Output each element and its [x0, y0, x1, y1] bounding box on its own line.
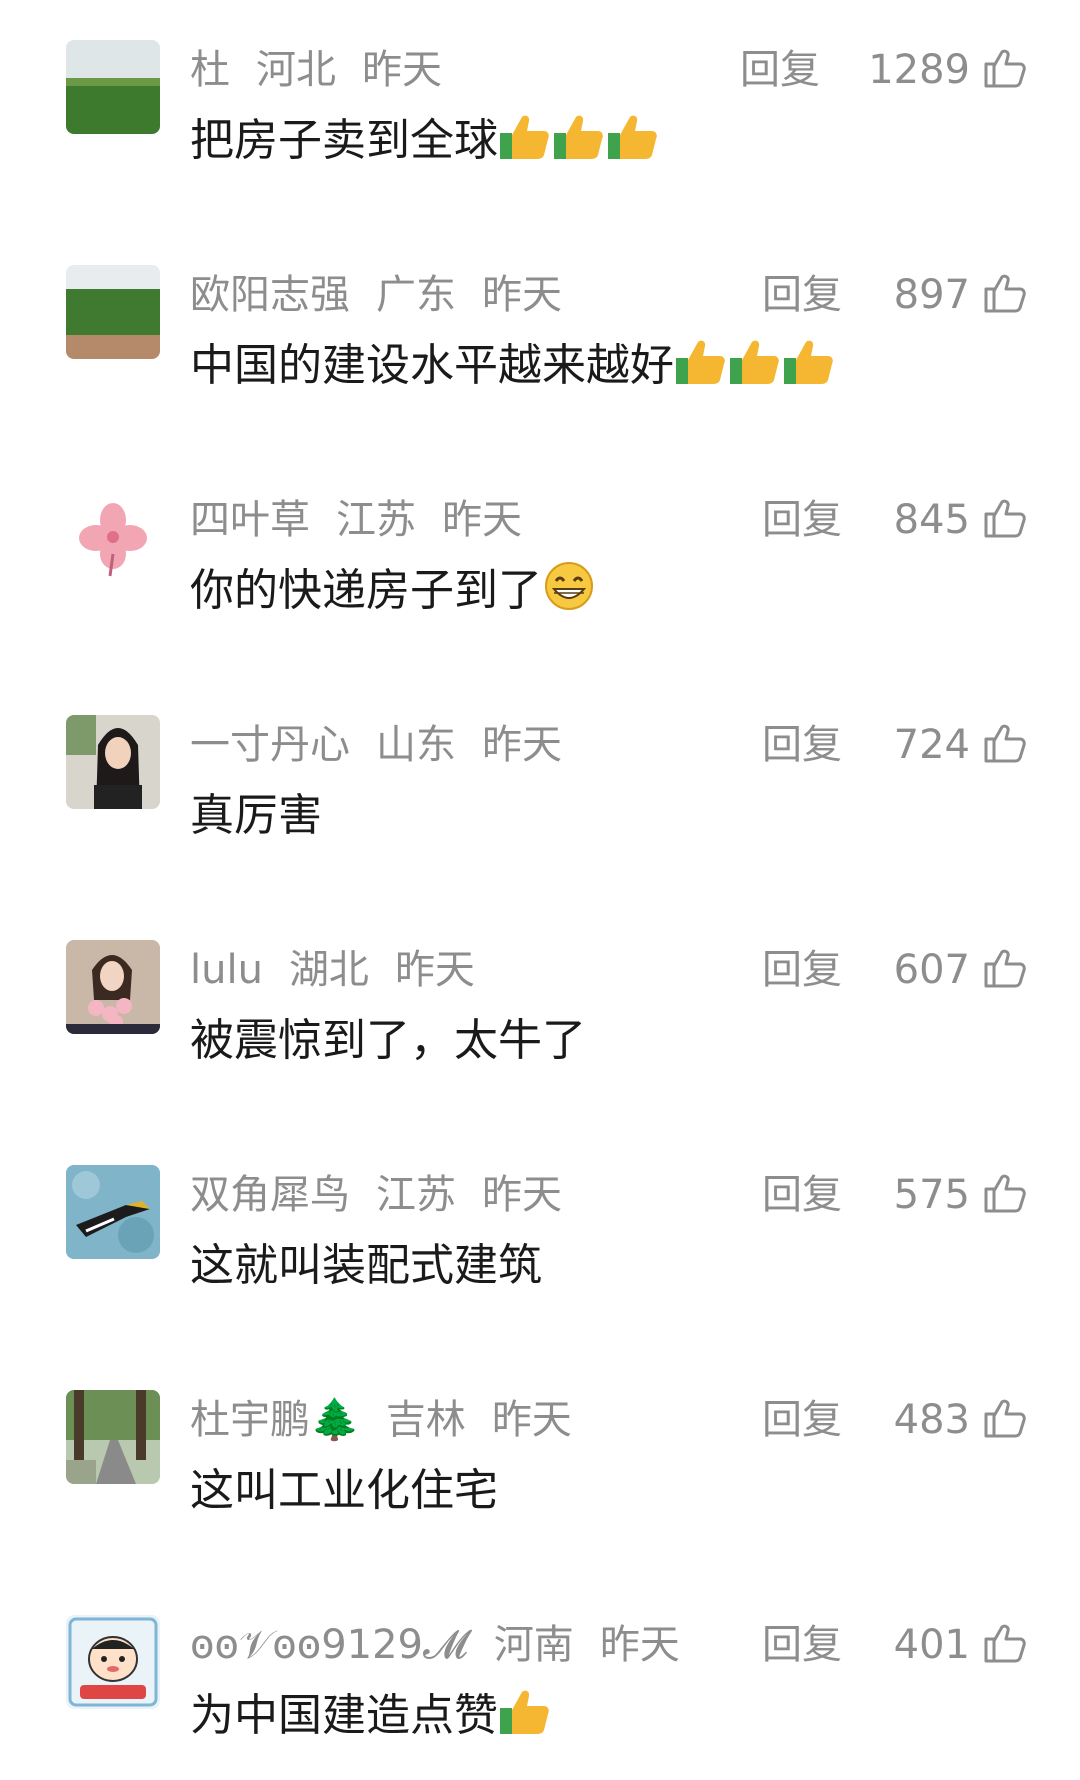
- reply-button[interactable]: 回复: [762, 1167, 842, 1223]
- thumbs-up-emoji-icon: [552, 111, 606, 161]
- timestamp: 昨天: [442, 497, 522, 543]
- reply-button[interactable]: 回复: [762, 942, 842, 998]
- thumbs-up-icon[interactable]: [980, 44, 1028, 92]
- like-count: 483: [893, 1397, 970, 1443]
- location: 河南: [493, 1622, 574, 1668]
- avatar[interactable]: [66, 1615, 160, 1709]
- thumbs-up-emoji-icon: [674, 336, 728, 386]
- comment-body: 你的快递房子到了: [190, 565, 542, 616]
- grin-emoji-icon: [542, 561, 596, 611]
- comment-text: 被震惊到了，太牛了: [190, 1010, 586, 1072]
- like-count: 845: [893, 497, 970, 543]
- username[interactable]: lulu: [190, 947, 263, 993]
- comment-item: 杜宇鹏🌲 吉林 昨天 回复 483 这叫工业化住宅: [0, 1390, 1080, 1530]
- timestamp: 昨天: [482, 1172, 562, 1218]
- reply-button[interactable]: 回复: [762, 492, 842, 548]
- reply-button[interactable]: 回复: [740, 42, 820, 98]
- like-count: 1289: [868, 47, 970, 93]
- thumbs-up-emoji-icon: [498, 111, 552, 161]
- username[interactable]: 杜宇鹏🌲: [190, 1397, 360, 1443]
- comment-body: 真厉害: [190, 790, 322, 841]
- thumbs-up-icon[interactable]: [980, 494, 1028, 542]
- comment-text: 真厉害: [190, 785, 322, 847]
- username[interactable]: 双角犀鸟: [190, 1172, 350, 1218]
- avatar[interactable]: [66, 940, 160, 1034]
- thumbs-up-icon[interactable]: [980, 1169, 1028, 1217]
- username[interactable]: ꙩꙩ𝒱ꙩꙩ9129𝓜: [190, 1622, 468, 1668]
- location: 吉林: [385, 1397, 466, 1443]
- location: 江苏: [336, 497, 416, 543]
- timestamp: 昨天: [394, 947, 475, 993]
- reply-button[interactable]: 回复: [762, 1617, 842, 1673]
- comment-item: 一寸丹心 山东 昨天 回复 724 真厉害: [0, 715, 1080, 855]
- like-count: 607: [893, 947, 970, 993]
- reply-button[interactable]: 回复: [762, 1392, 842, 1448]
- avatar[interactable]: [66, 1390, 160, 1484]
- like-count: 724: [893, 722, 970, 768]
- comment-item: 杜河北 昨天 回复 1289 把房子卖到全球: [0, 40, 1080, 180]
- like-count: 575: [893, 1172, 970, 1218]
- thumbs-up-icon[interactable]: [980, 944, 1028, 992]
- timestamp: 昨天: [362, 47, 442, 93]
- comment-body: 这叫工业化住宅: [190, 1465, 498, 1516]
- comment-body: 被震惊到了，太牛了: [190, 1015, 586, 1066]
- thumbs-up-icon[interactable]: [980, 719, 1028, 767]
- reply-button[interactable]: 回复: [762, 717, 842, 773]
- location: 山东: [376, 722, 456, 768]
- comment-text: 把房子卖到全球: [190, 110, 660, 172]
- comment-item: lulu 湖北 昨天 回复 607 被震惊到了，太牛了: [0, 940, 1080, 1080]
- timestamp: 昨天: [482, 722, 562, 768]
- location: 江苏: [376, 1172, 456, 1218]
- username[interactable]: 欧阳志强: [190, 272, 350, 318]
- username[interactable]: 杜: [190, 47, 230, 93]
- location: 湖北: [288, 947, 369, 993]
- comment-body: 为中国建造点赞: [190, 1690, 498, 1741]
- comment-body: 把房子卖到全球: [190, 115, 498, 166]
- timestamp: 昨天: [491, 1397, 572, 1443]
- comment-text: 为中国建造点赞: [190, 1685, 552, 1747]
- thumbs-up-icon[interactable]: [980, 269, 1028, 317]
- location: 河北: [256, 47, 336, 93]
- username[interactable]: 四叶草: [190, 497, 310, 543]
- comment-text: 中国的建设水平越来越好: [190, 335, 836, 397]
- comment-item: 四叶草 江苏 昨天 回复 845 你的快递房子到了: [0, 490, 1080, 630]
- avatar[interactable]: [66, 265, 160, 359]
- comment-body: 这就叫装配式建筑: [190, 1240, 542, 1291]
- comment-text: 这叫工业化住宅: [190, 1460, 498, 1522]
- thumbs-up-icon[interactable]: [980, 1619, 1028, 1667]
- comment-item: ꙩꙩ𝒱ꙩꙩ9129𝓜 河南 昨天 回复 401 为中国建造点赞: [0, 1615, 1080, 1755]
- thumbs-up-emoji-icon: [728, 336, 782, 386]
- avatar[interactable]: [66, 40, 160, 134]
- thumbs-up-emoji-icon: [782, 336, 836, 386]
- avatar[interactable]: [66, 490, 160, 584]
- like-count: 897: [893, 272, 970, 318]
- reply-button[interactable]: 回复: [762, 267, 842, 323]
- comment-text: 你的快递房子到了: [190, 560, 596, 622]
- comment-item: 双角犀鸟 江苏 昨天 回复 575 这就叫装配式建筑: [0, 1165, 1080, 1305]
- comment-body: 中国的建设水平越来越好: [190, 340, 674, 391]
- timestamp: 昨天: [599, 1622, 680, 1668]
- avatar[interactable]: [66, 1165, 160, 1259]
- username[interactable]: 一寸丹心: [190, 722, 350, 768]
- comment-item: 欧阳志强 广东 昨天 回复 897 中国的建设水平越来越好: [0, 265, 1080, 405]
- location: 广东: [376, 272, 456, 318]
- avatar[interactable]: [66, 715, 160, 809]
- like-count: 401: [893, 1622, 970, 1668]
- comment-text: 这就叫装配式建筑: [190, 1235, 542, 1297]
- thumbs-up-emoji-icon: [606, 111, 660, 161]
- thumbs-up-icon[interactable]: [980, 1394, 1028, 1442]
- thumbs-up-emoji-icon: [498, 1686, 552, 1736]
- timestamp: 昨天: [482, 272, 562, 318]
